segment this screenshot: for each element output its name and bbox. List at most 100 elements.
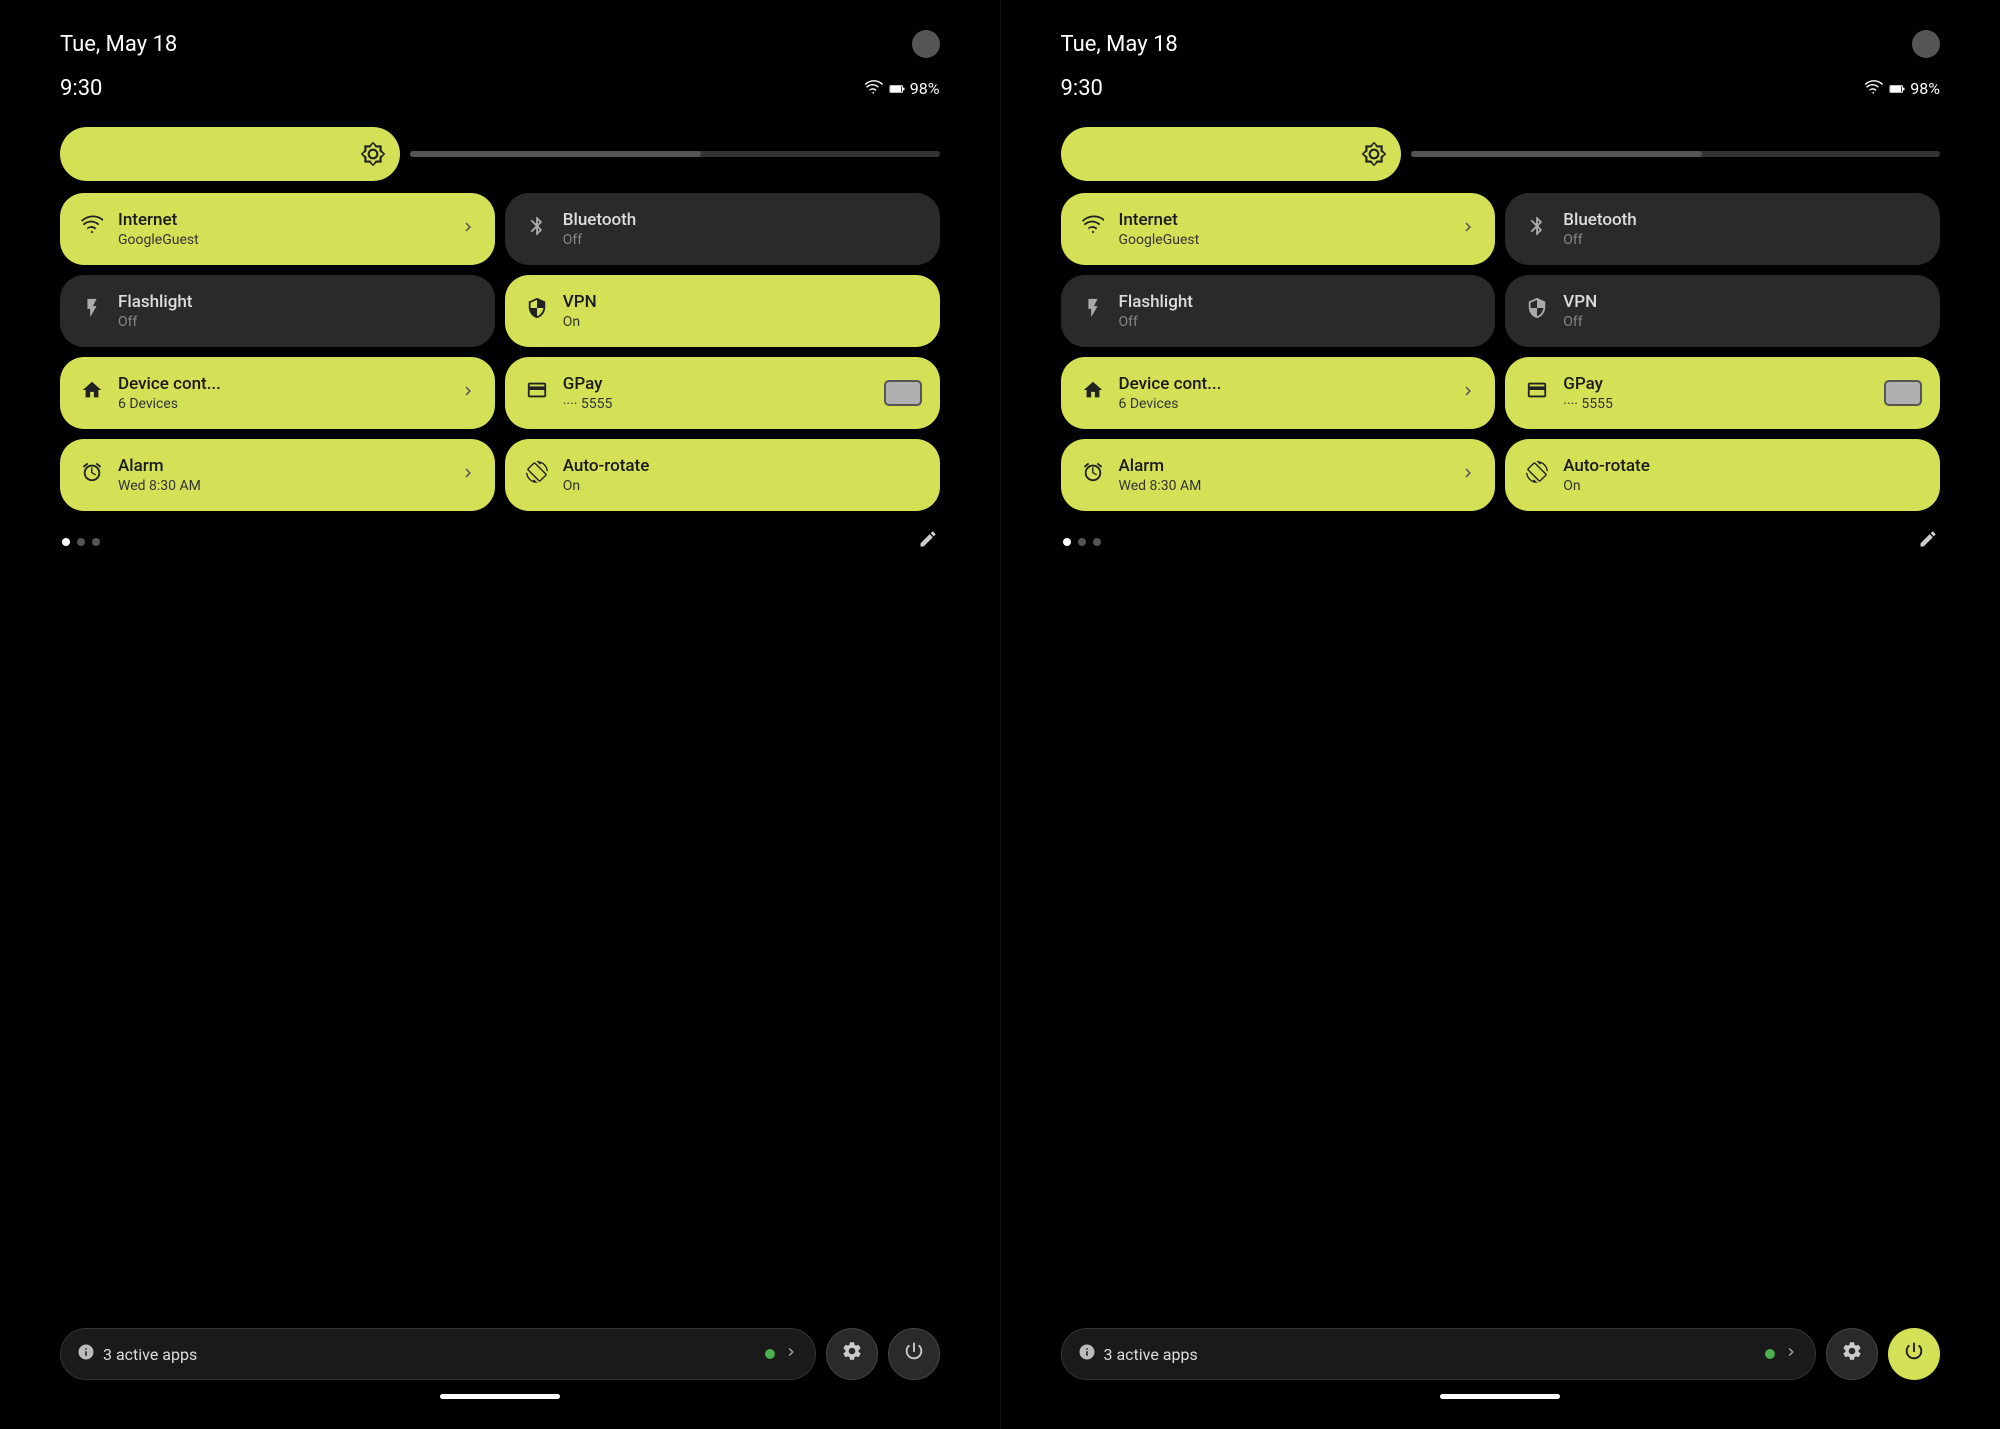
brightness-pill[interactable] bbox=[60, 127, 400, 181]
tile-vpn[interactable]: VPN Off bbox=[1505, 275, 1940, 347]
phone-panel-left: Tue, May 189:30 98% InternetGoogleGuestB… bbox=[0, 0, 1000, 1429]
tile-internet-subtitle: GoogleGuest bbox=[1119, 232, 1448, 248]
active-apps-pill[interactable]: 3 active apps bbox=[60, 1328, 816, 1380]
vpn-icon bbox=[523, 297, 551, 325]
tile-gpay-subtitle: ···· 5555 bbox=[1563, 396, 1872, 412]
pagination-row bbox=[1061, 529, 1941, 554]
settings-button[interactable] bbox=[1826, 1328, 1878, 1380]
tile-internet-text: InternetGoogleGuest bbox=[118, 210, 447, 247]
tile-internet[interactable]: InternetGoogleGuest bbox=[60, 193, 495, 265]
tile-alarm[interactable]: AlarmWed 8:30 AM bbox=[60, 439, 495, 511]
quick-tiles-grid: InternetGoogleGuest BluetoothOff Flashligh… bbox=[60, 193, 940, 511]
tile-vpn-title: VPN bbox=[563, 292, 922, 312]
power-button[interactable] bbox=[1888, 1328, 1940, 1380]
tile-flashlight[interactable]: FlashlightOff bbox=[60, 275, 495, 347]
home-indicator bbox=[440, 1394, 560, 1399]
tile-vpn-subtitle: On bbox=[563, 314, 922, 330]
bottom-bar-wrapper: 3 active apps bbox=[60, 1328, 940, 1399]
brightness-slider[interactable] bbox=[410, 151, 940, 157]
battery-icon bbox=[1888, 80, 1906, 98]
tile-autorotate[interactable]: Auto-rotateOn bbox=[505, 439, 940, 511]
pagination-dot-1[interactable] bbox=[77, 538, 85, 546]
tile-internet-title: Internet bbox=[1119, 210, 1448, 230]
tile-bluetooth[interactable]: BluetoothOff bbox=[505, 193, 940, 265]
tile-vpn-text: VPN On bbox=[563, 292, 922, 329]
status-icons: 98% bbox=[864, 79, 940, 99]
brightness-row[interactable] bbox=[1061, 127, 1941, 181]
info-icon bbox=[77, 1343, 95, 1365]
tile-flashlight-title: Flashlight bbox=[1119, 292, 1478, 312]
tile-bluetooth[interactable]: BluetoothOff bbox=[1505, 193, 1940, 265]
tile-bluetooth-text: BluetoothOff bbox=[1563, 210, 1922, 247]
tile-gpay-subtitle: ···· 5555 bbox=[563, 396, 872, 412]
edit-button[interactable] bbox=[1918, 529, 1938, 554]
tile-alarm[interactable]: AlarmWed 8:30 AM bbox=[1061, 439, 1496, 511]
pagination-dots bbox=[1063, 538, 1101, 546]
tile-autorotate-text: Auto-rotateOn bbox=[563, 456, 922, 493]
tile-device[interactable]: Device cont... 6 Devices bbox=[60, 357, 495, 429]
tile-bluetooth-subtitle: Off bbox=[1563, 232, 1922, 248]
tile-gpay-title: GPay bbox=[563, 374, 872, 394]
tile-alarm-subtitle: Wed 8:30 AM bbox=[118, 478, 447, 494]
status-bar: Tue, May 18 bbox=[1061, 30, 1941, 58]
wifi-icon bbox=[78, 215, 106, 243]
power-button[interactable] bbox=[888, 1328, 940, 1380]
tile-gpay[interactable]: GPay ···· 5555 bbox=[505, 357, 940, 429]
brightness-row[interactable] bbox=[60, 127, 940, 181]
tile-gpay[interactable]: GPay···· 5555 bbox=[1505, 357, 1940, 429]
vpn-icon bbox=[1523, 297, 1551, 325]
phone-panel-right: Tue, May 189:30 98% InternetGoogleGuestB… bbox=[1001, 0, 2000, 1429]
gpay-card-icon bbox=[884, 380, 922, 406]
tile-vpn[interactable]: VPN On bbox=[505, 275, 940, 347]
battery-pct: 98% bbox=[910, 79, 940, 98]
edit-button[interactable] bbox=[918, 529, 938, 554]
camera-dot bbox=[1912, 30, 1940, 58]
pagination-dot-2[interactable] bbox=[1093, 538, 1101, 546]
flashlight-icon bbox=[78, 297, 106, 325]
tile-vpn-subtitle: Off bbox=[1563, 314, 1922, 330]
bottom-bar: 3 active apps bbox=[1061, 1328, 1941, 1380]
tile-autorotate-title: Auto-rotate bbox=[563, 456, 922, 476]
tile-gpay-text: GPay ···· 5555 bbox=[563, 374, 872, 411]
home-icon bbox=[78, 379, 106, 407]
tile-flashlight-subtitle: Off bbox=[118, 314, 477, 330]
status-time: 9:30 bbox=[1061, 76, 1103, 101]
tile-device[interactable]: Device cont...6 Devices bbox=[1061, 357, 1496, 429]
tile-vpn-text: VPN Off bbox=[1563, 292, 1922, 329]
tile-device-title: Device cont... bbox=[1119, 374, 1448, 394]
tile-alarm-text: AlarmWed 8:30 AM bbox=[1119, 456, 1448, 493]
card-icon bbox=[523, 379, 551, 407]
settings-button[interactable] bbox=[826, 1328, 878, 1380]
tile-device-subtitle: 6 Devices bbox=[118, 396, 447, 412]
pagination-dot-2[interactable] bbox=[92, 538, 100, 546]
brightness-icon bbox=[1361, 141, 1387, 167]
rotate-icon bbox=[523, 461, 551, 489]
settings-icon bbox=[1841, 1340, 1863, 1368]
brightness-pill[interactable] bbox=[1061, 127, 1401, 181]
active-apps-pill[interactable]: 3 active apps bbox=[1061, 1328, 1817, 1380]
tile-internet[interactable]: Internet GoogleGuest bbox=[1061, 193, 1496, 265]
tile-autorotate-title: Auto-rotate bbox=[1563, 456, 1922, 476]
tile-autorotate-text: Auto-rotateOn bbox=[1563, 456, 1922, 493]
pagination-dots bbox=[62, 538, 100, 546]
active-apps-text: 3 active apps bbox=[103, 1345, 757, 1364]
tile-bluetooth-text: BluetoothOff bbox=[563, 210, 922, 247]
tile-flashlight-subtitle: Off bbox=[1119, 314, 1478, 330]
brightness-slider[interactable] bbox=[1411, 151, 1941, 157]
tile-gpay-text: GPay···· 5555 bbox=[1563, 374, 1872, 411]
tile-vpn-title: VPN bbox=[1563, 292, 1922, 312]
pagination-dot-1[interactable] bbox=[1078, 538, 1086, 546]
tile-autorotate[interactable]: Auto-rotateOn bbox=[1505, 439, 1940, 511]
tile-internet-subtitle: GoogleGuest bbox=[118, 232, 447, 248]
tile-flashlight[interactable]: Flashlight Off bbox=[1061, 275, 1496, 347]
bottom-bar: 3 active apps bbox=[60, 1328, 940, 1380]
tile-device-text: Device cont...6 Devices bbox=[1119, 374, 1448, 411]
tile-device-text: Device cont... 6 Devices bbox=[118, 374, 447, 411]
pagination-row bbox=[60, 529, 940, 554]
brightness-icon bbox=[360, 141, 386, 167]
tile-device-title: Device cont... bbox=[118, 374, 447, 394]
pagination-dot-0[interactable] bbox=[1063, 538, 1071, 546]
info-icon bbox=[1078, 1343, 1096, 1365]
pagination-dot-0[interactable] bbox=[62, 538, 70, 546]
power-icon bbox=[1903, 1340, 1925, 1368]
